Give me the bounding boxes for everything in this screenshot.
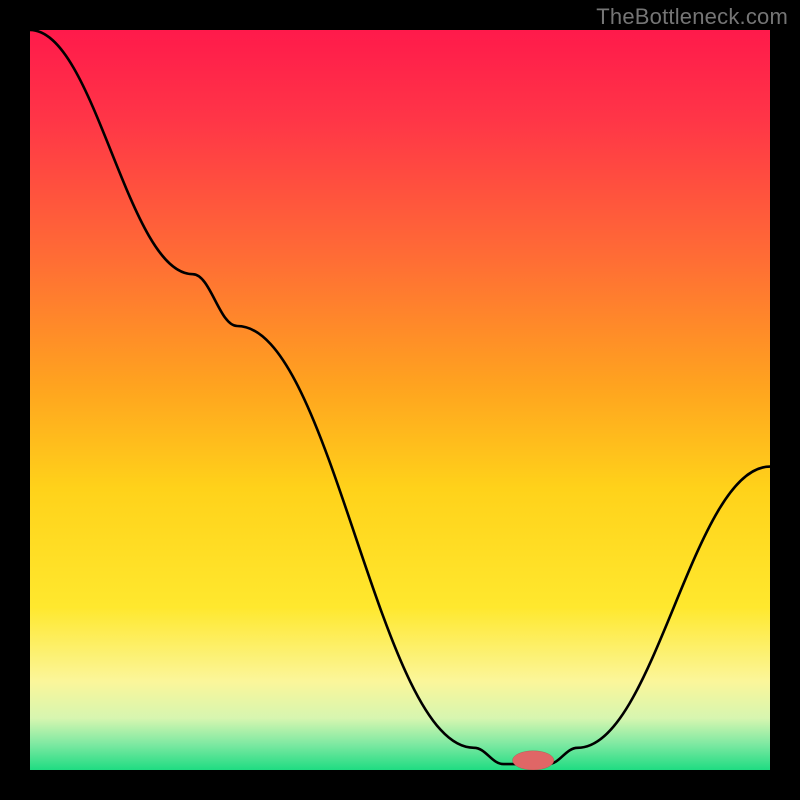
optimal-point-marker <box>512 751 553 770</box>
chart-frame: TheBottleneck.com <box>0 0 800 800</box>
bottleneck-chart <box>30 30 770 770</box>
watermark-text: TheBottleneck.com <box>596 4 788 30</box>
